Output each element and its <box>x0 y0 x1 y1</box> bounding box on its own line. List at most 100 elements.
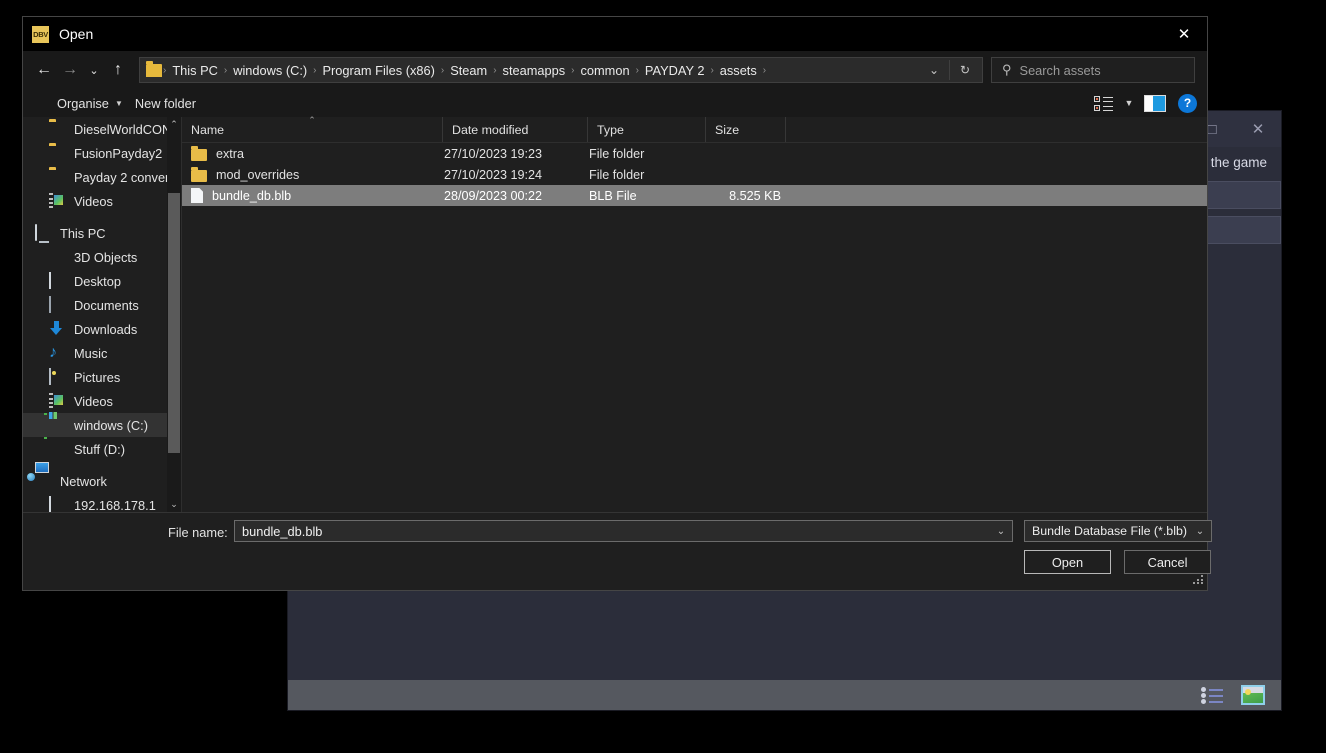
column-header-label: Date modified <box>452 122 529 137</box>
open-button[interactable]: Open <box>1024 550 1111 574</box>
sidebar-item-3d-objects[interactable]: 3D Objects <box>23 245 168 269</box>
sidebar-item-label: Documents <box>74 297 139 313</box>
drive-icon <box>49 441 66 457</box>
breadcrumb-item-steamapps[interactable]: steamapps <box>498 63 571 78</box>
breadcrumb-item-common[interactable]: common <box>576 63 635 78</box>
folder-icon <box>146 60 162 77</box>
file-name: mod_overrides <box>216 167 300 182</box>
folder-icon <box>49 169 66 185</box>
this-pc-icon <box>35 224 52 241</box>
breadcrumb-item-this-pc[interactable]: This PC <box>167 63 223 78</box>
breadcrumb-item-steam[interactable]: Steam <box>445 63 492 78</box>
sidebar-item-label: 3D Objects <box>74 249 138 265</box>
column-header-date-modified[interactable]: Date modified <box>443 117 588 142</box>
sidebar-item-stuff-d[interactable]: Stuff (D:) <box>23 437 168 461</box>
refresh-icon[interactable]: ↻ <box>950 58 980 82</box>
view-dropdown-button[interactable]: ▼ <box>1116 91 1142 115</box>
file-name: extra <box>216 146 244 161</box>
video-library-icon <box>49 393 66 409</box>
navigation-pane-scrollbar[interactable]: ⌃ ⌄ <box>167 117 181 512</box>
navigation-bar: ← → ⌄ ↑ › This PC › windows (C:) › Progr… <box>23 51 1207 89</box>
sidebar-item-label: This PC <box>60 225 106 241</box>
scrollbar-thumb[interactable] <box>168 193 180 453</box>
file-list: ⌃ Name Date modified Type Size extra 27/… <box>182 115 1207 512</box>
file-name-cell: extra <box>182 146 443 161</box>
cancel-button[interactable]: Cancel <box>1124 550 1211 574</box>
up-button[interactable]: ↑ <box>105 55 131 85</box>
dialog-footer: File name: bundle_db.blb ⌄ Bundle Databa… <box>23 512 1212 587</box>
sidebar-item-payday-2-conver[interactable]: Payday 2 conver <box>23 165 168 189</box>
column-header-label: Type <box>597 122 624 137</box>
sidebar-item-downloads[interactable]: Downloads <box>23 317 168 341</box>
sidebar-item-label: Downloads <box>74 321 138 337</box>
documents-icon <box>49 296 66 313</box>
sidebar-item-documents[interactable]: Documents <box>23 293 168 317</box>
column-header-type[interactable]: Type <box>588 117 706 142</box>
breadcrumb-item-program-files[interactable]: Program Files (x86) <box>318 63 440 78</box>
preview-pane-button[interactable] <box>1142 91 1168 115</box>
sidebar-item-desktop[interactable]: Desktop <box>23 269 168 293</box>
address-dropdown-icon[interactable]: ⌄ <box>919 58 949 82</box>
file-name: bundle_db.blb <box>212 188 292 203</box>
folder-icon <box>191 146 207 161</box>
forward-button[interactable]: → <box>57 55 83 85</box>
scroll-down-icon[interactable]: ⌄ <box>167 497 181 512</box>
sidebar-item-label: FusionPayday2 <box>74 145 163 161</box>
column-header-name[interactable]: ⌃ Name <box>182 115 443 142</box>
navigation-tree: DieselWorldCON FusionPayday2 Payday 2 co… <box>23 117 168 512</box>
file-list-rows: extra 27/10/2023 19:23 File folder mod_o… <box>182 143 1207 512</box>
sidebar-item-music[interactable]: ♪ Music <box>23 341 168 365</box>
search-input[interactable]: ⚲ Search assets <box>991 57 1195 83</box>
sidebar-item-label: Desktop <box>74 273 121 289</box>
list-view-icon[interactable] <box>1201 687 1223 704</box>
resize-grip[interactable] <box>1192 573 1203 584</box>
thumbnail-view-icon[interactable] <box>1241 685 1265 705</box>
breadcrumb-item-windows-c[interactable]: windows (C:) <box>228 63 312 78</box>
breadcrumb-separator: › <box>762 64 767 76</box>
file-name-input[interactable]: bundle_db.blb ⌄ <box>234 520 1013 542</box>
file-date-cell: 28/09/2023 00:22 <box>444 188 543 203</box>
scroll-up-icon[interactable]: ⌃ <box>167 117 181 132</box>
file-icon <box>191 188 203 203</box>
sidebar-item-videos-pc[interactable]: Videos <box>23 389 168 413</box>
view-options-button[interactable] <box>1090 91 1116 115</box>
sidebar-item-label: windows (C:) <box>74 417 148 433</box>
sidebar-item-192-168-178-1[interactable]: 192.168.178.1 <box>23 493 168 512</box>
command-bar: Organise ▼ New folder ▼ ? <box>23 89 1207 117</box>
chevron-down-icon[interactable]: ⌄ <box>992 526 1010 537</box>
breadcrumb-item-assets[interactable]: assets <box>715 63 762 78</box>
folder-icon <box>49 145 66 161</box>
back-button[interactable]: ← <box>31 55 57 85</box>
sidebar-item-pictures[interactable]: Pictures <box>23 365 168 389</box>
file-date-cell: 27/10/2023 19:23 <box>444 146 543 161</box>
file-type-cell: File folder <box>589 146 645 161</box>
sidebar-item-dieselworldcon[interactable]: DieselWorldCON <box>23 117 168 141</box>
file-type-select[interactable]: Bundle Database File (*.blb) ⌄ <box>1024 520 1212 542</box>
recent-locations-button[interactable]: ⌄ <box>83 55 105 85</box>
sidebar-item-label: Videos <box>74 393 113 409</box>
file-date-cell: 27/10/2023 19:24 <box>444 167 543 182</box>
sidebar-item-windows-c[interactable]: windows (C:) <box>23 413 168 437</box>
sidebar-item-videos[interactable]: Videos <box>23 189 168 213</box>
table-row-selected[interactable]: bundle_db.blb 28/09/2023 00:22 BLB File … <box>182 185 1207 206</box>
file-type-cell: BLB File <box>589 188 637 203</box>
column-header-size[interactable]: Size <box>706 117 786 142</box>
organise-button[interactable]: Organise ▼ <box>57 96 135 111</box>
sort-ascending-icon: ⌃ <box>308 115 316 125</box>
sidebar-item-this-pc[interactable]: This PC <box>23 221 168 245</box>
close-icon[interactable]: ✕ <box>1235 111 1281 147</box>
sidebar-item-label: DieselWorldCON <box>74 121 168 137</box>
sidebar-item-fusionpayday2[interactable]: FusionPayday2 <box>23 141 168 165</box>
address-bar[interactable]: › This PC › windows (C:) › Program Files… <box>139 57 983 83</box>
close-icon[interactable]: ✕ <box>1161 17 1207 51</box>
help-button[interactable]: ? <box>1178 93 1197 113</box>
new-folder-button[interactable]: New folder <box>135 96 208 111</box>
table-row[interactable]: extra 27/10/2023 19:23 File folder <box>182 143 1207 164</box>
table-row[interactable]: mod_overrides 27/10/2023 19:24 File fold… <box>182 164 1207 185</box>
breadcrumb-item-payday-2[interactable]: PAYDAY 2 <box>640 63 710 78</box>
video-library-icon <box>49 193 66 209</box>
column-header-label: Name <box>191 122 225 137</box>
pictures-icon <box>49 368 66 385</box>
search-placeholder: Search assets <box>1019 62 1101 78</box>
sidebar-item-network[interactable]: Network <box>23 469 168 493</box>
